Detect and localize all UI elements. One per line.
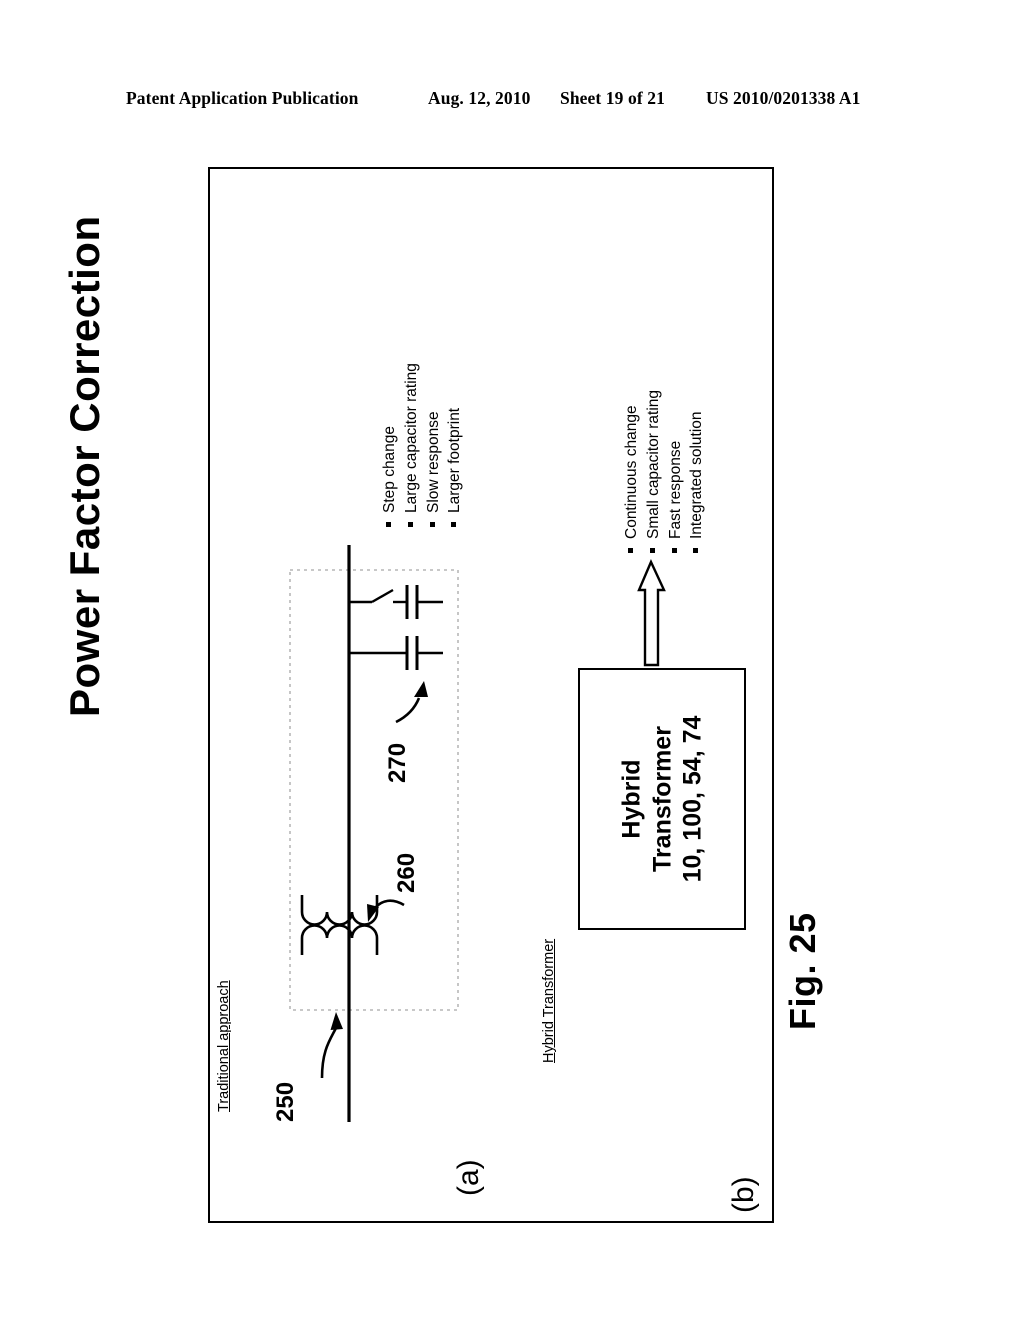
bullet-dot-icon	[628, 548, 633, 553]
panel-letter-a: (a)	[452, 1159, 485, 1196]
bullet-label: Integrated solution	[688, 411, 706, 539]
bullet-label: Slow response	[424, 411, 442, 513]
bullet-dot-icon	[649, 548, 655, 553]
bullet-list-hybrid: Continuous change Small capacitor rating…	[623, 390, 710, 553]
bullet-label: Continuous change	[623, 405, 640, 539]
bullet-dot-icon	[386, 522, 391, 527]
bullet-dot-icon	[429, 522, 435, 527]
hybrid-box-line-1: Hybrid	[617, 759, 646, 839]
list-item: Large capacitor rating	[403, 363, 421, 527]
list-item: Fast response	[667, 390, 685, 553]
bullet-dot-icon	[693, 548, 699, 553]
hybrid-box-line-2: Transformer	[647, 726, 676, 872]
list-item: Slow response	[425, 363, 443, 527]
list-item: Small capacitor rating	[645, 390, 663, 553]
section-label-traditional: Traditional approach	[216, 980, 232, 1112]
panel-letter-b: (b)	[727, 1176, 760, 1213]
sheet-number: Sheet 19 of 21	[560, 88, 665, 108]
page-title: Power Factor Correction	[61, 215, 108, 717]
ref-numeral-260: 260	[393, 852, 420, 893]
bullet-dot-icon	[407, 522, 413, 527]
list-item: Larger footprint	[446, 363, 464, 527]
ref-numeral-270: 270	[384, 742, 411, 783]
bullet-label: Fast response	[666, 440, 684, 539]
section-label-hybrid: Hybrid Transformer	[541, 938, 557, 1063]
bullet-label: Step change	[381, 425, 398, 513]
figure-caption: Fig. 25	[782, 912, 823, 1030]
list-item: Continuous change	[623, 390, 641, 553]
bullet-label: Larger footprint	[446, 407, 464, 513]
bullet-dot-icon	[671, 548, 677, 553]
publication-header: Patent Application Publication Aug. 12, …	[0, 88, 1024, 116]
publication-date: Aug. 12, 2010	[428, 88, 531, 108]
ref-numeral-250: 250	[272, 1081, 299, 1122]
bullet-label: Large capacitor rating	[402, 363, 420, 513]
hybrid-transformer-box-text: Hybrid Transformer 10, 100, 54, 74	[616, 716, 708, 883]
bullet-list-traditional: Step change Large capacitor rating Slow …	[381, 363, 468, 527]
hybrid-box-line-3: 10, 100, 54, 74	[678, 715, 707, 883]
patent-number: US 2010/0201338 A1	[706, 88, 861, 108]
list-item: Step change	[381, 363, 399, 527]
bullet-label: Small capacitor rating	[644, 389, 662, 539]
list-item: Integrated solution	[688, 390, 706, 553]
bullet-dot-icon	[451, 522, 457, 527]
hybrid-transformer-box: Hybrid Transformer 10, 100, 54, 74	[578, 668, 746, 930]
publication-label: Patent Application Publication	[126, 88, 359, 108]
